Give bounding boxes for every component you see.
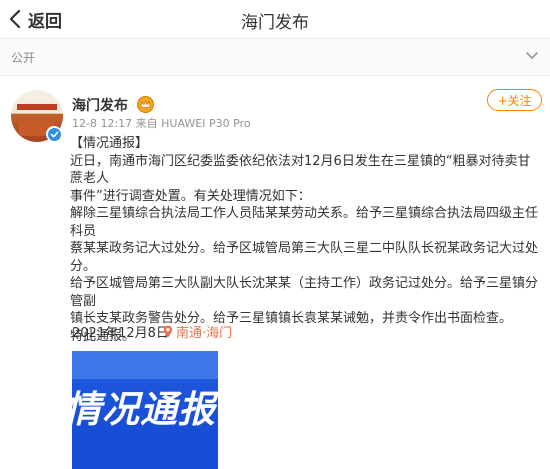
- post-date: 2021年12月8日: [72, 326, 169, 341]
- page-title: 海门发布: [241, 13, 309, 33]
- verified-icon: [47, 127, 61, 141]
- visibility-label: 公开: [11, 51, 36, 65]
- location-label: 南通·海门: [176, 326, 233, 341]
- avatar-roof-shape: [17, 104, 57, 110]
- post-image[interactable]: 情况通报: [72, 351, 218, 469]
- visibility-selector[interactable]: 公开: [0, 39, 550, 76]
- account-name[interactable]: 海门发布: [72, 95, 128, 115]
- location-link[interactable]: 南通·海门: [163, 322, 232, 341]
- follow-button[interactable]: +关注: [487, 89, 542, 111]
- post-text-line: 事件”进行调查处置。有关处理情况如下：: [70, 188, 311, 204]
- chevron-down-icon: [526, 52, 538, 59]
- post-body: 【情况通报】 近日，南通市海门区纪委监委依纪依法对12月6日发生在三星镇的“粗暴…: [70, 135, 540, 345]
- post-text-line: 给予区城管局第三大队副大队长沈某某（主持工作）政务记过处分。给予三星镇分管副: [70, 276, 539, 309]
- post-text-line: 【情况通报】: [70, 136, 149, 151]
- verified-badge: [46, 126, 62, 142]
- post-text-line: 解除三星镇综合执法局工作人员陆某某劳动关系。给予三星镇综合执法局四级主任科员: [70, 206, 539, 239]
- image-headline: 情况通报: [72, 388, 216, 431]
- vip-crown-icon: [137, 96, 154, 113]
- post-text-line: 近日，南通市海门区纪委监委依纪依法对12月6日发生在三星镇的“粗暴对待卖甘蔗老人: [70, 153, 531, 187]
- location-pin-icon: [163, 325, 173, 338]
- top-navigation-bar: 返回 海门发布: [0, 0, 550, 39]
- post-meta: 12-8 12:17 来自 HUAWEI P30 Pro: [72, 117, 251, 130]
- post-text-line: 蔡某某政务记大过处分。给予区城管局第三大队三星二中队队长祝某政务记大过处分。: [70, 241, 539, 274]
- image-band-top: [72, 351, 218, 379]
